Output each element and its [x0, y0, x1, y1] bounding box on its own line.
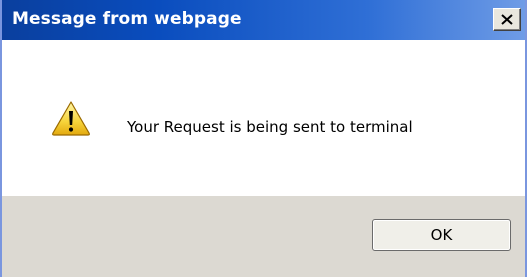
warning-icon — [52, 101, 90, 136]
ok-button[interactable]: OK — [372, 219, 511, 251]
message-dialog: Message from webpage Your Request is bei… — [0, 0, 527, 277]
close-button[interactable] — [493, 8, 521, 31]
message-text: Your Request is being sent to terminal — [127, 118, 413, 136]
dialog-title: Message from webpage — [12, 9, 242, 29]
title-bar[interactable]: Message from webpage — [2, 0, 525, 40]
dialog-content: Your Request is being sent to terminal — [2, 40, 525, 196]
close-icon — [501, 14, 513, 25]
button-bar: OK — [2, 196, 525, 277]
